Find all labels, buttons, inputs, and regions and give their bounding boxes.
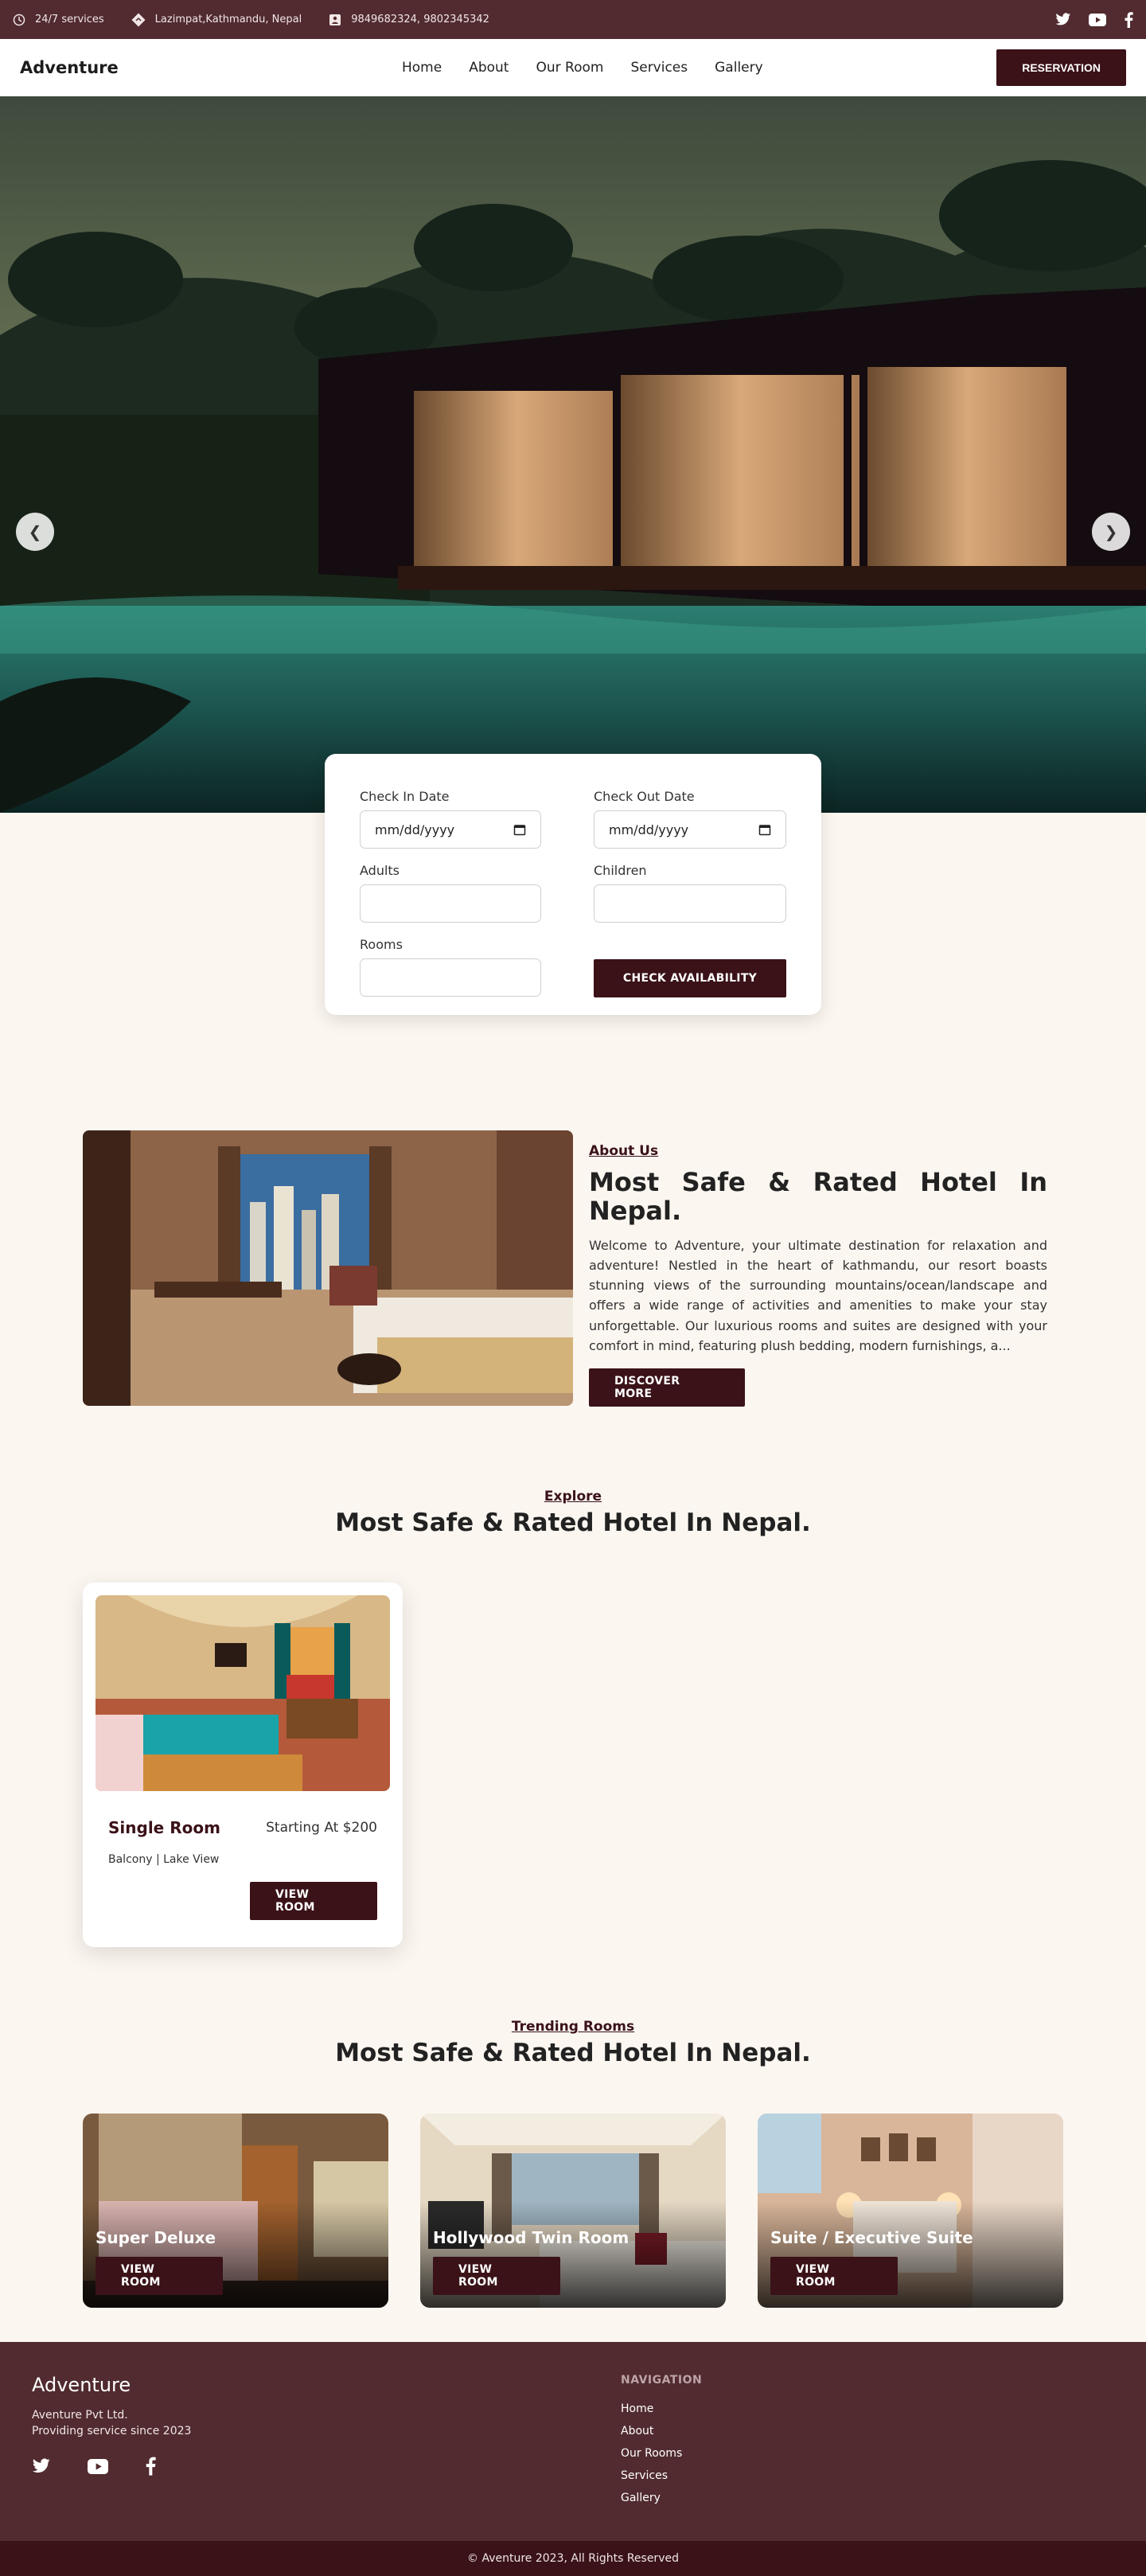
checkin-label: Check In Date	[360, 789, 450, 804]
youtube-icon[interactable]	[1089, 13, 1106, 26]
hero-slider: ❮ ❯	[0, 96, 1146, 813]
adults-label: Adults	[360, 863, 400, 878]
about-text: About Us Most Safe & Rated Hotel In Nepa…	[589, 1130, 1047, 1407]
checkin-input[interactable]: mm/dd/yyyy	[360, 810, 541, 849]
room-price: Starting At $200	[266, 1820, 377, 1836]
trending-card-super-deluxe[interactable]: Super Deluxe VIEW ROOM	[83, 2113, 388, 2308]
children-field: Children	[594, 863, 786, 923]
calendar-icon[interactable]	[513, 823, 526, 836]
service-text: 24/7 services	[35, 14, 104, 25]
chevron-left-icon: ❮	[28, 522, 42, 541]
trending-heading: Trending Rooms Most Safe & Rated Hotel I…	[0, 2019, 1146, 2067]
adults-field: Adults	[360, 863, 541, 923]
trending-title: Most Safe & Rated Hotel In Nepal.	[335, 2039, 811, 2067]
checkout-field: Check Out Date mm/dd/yyyy	[594, 789, 786, 849]
trending-card-executive-suite[interactable]: Suite / Executive Suite VIEW ROOM	[758, 2113, 1063, 2308]
nav-menu: Home About Our Room Services Gallery	[402, 39, 763, 96]
about-image	[83, 1130, 573, 1406]
footer-link-home[interactable]: Home	[621, 2402, 682, 2415]
clock-icon	[13, 14, 25, 25]
footer: Adventure Aventure Pvt Ltd. Providing se…	[0, 2342, 1146, 2541]
footer-nav-heading: NAVIGATION	[621, 2374, 703, 2387]
view-room-button[interactable]: VIEW ROOM	[250, 1882, 377, 1920]
footer-since: Providing service since 2023	[32, 2425, 192, 2437]
check-availability-button[interactable]: CHECK AVAILABILITY	[594, 959, 786, 997]
service-info: 24/7 services	[13, 14, 104, 26]
nav-link-services[interactable]: Services	[630, 60, 688, 76]
phone-info: 9849682324, 9802345342	[329, 14, 489, 26]
checkout-label: Check Out Date	[594, 789, 695, 804]
room-card: Single Room Starting At $200 Balcony | L…	[83, 1583, 403, 1947]
footer-social-links	[32, 2457, 156, 2476]
brand-logo[interactable]: Adventure	[20, 58, 119, 77]
nav-link-our-room[interactable]: Our Room	[536, 60, 603, 76]
calendar-icon[interactable]	[758, 823, 771, 836]
rooms-field: Rooms	[360, 937, 541, 997]
footer-link-about[interactable]: About	[621, 2425, 682, 2437]
trending-card-hollywood-twin[interactable]: Hollywood Twin Room VIEW ROOM	[420, 2113, 726, 2308]
phone-text: 9849682324, 9802345342	[351, 14, 489, 25]
checkout-placeholder: mm/dd/yyyy	[609, 822, 689, 837]
children-label: Children	[594, 863, 647, 878]
explore-heading: Explore Most Safe & Rated Hotel In Nepal…	[0, 1489, 1146, 1537]
view-room-button[interactable]: VIEW ROOM	[433, 2257, 560, 2295]
copyright-bar: © Aventure 2023, All Rights Reserved	[0, 2541, 1146, 2576]
footer-nav-list: Home About Our Rooms Services Gallery	[621, 2402, 682, 2514]
about-title: Most Safe & Rated Hotel In Nepal.	[589, 1167, 1047, 1226]
adults-input[interactable]	[360, 884, 541, 923]
footer-brand[interactable]: Adventure	[32, 2374, 131, 2396]
chevron-right-icon: ❯	[1104, 522, 1118, 541]
social-links	[1055, 11, 1133, 28]
facebook-icon[interactable]	[145, 2457, 156, 2476]
footer-link-gallery[interactable]: Gallery	[621, 2492, 682, 2504]
discover-more-button[interactable]: DISCOVER MORE	[589, 1368, 745, 1407]
facebook-icon[interactable]	[1124, 11, 1133, 28]
youtube-icon[interactable]	[88, 2458, 108, 2474]
twitter-icon[interactable]	[1055, 13, 1071, 26]
location-icon	[131, 13, 146, 26]
reservation-button[interactable]: RESERVATION	[996, 49, 1126, 86]
room-features: Balcony | Lake View	[108, 1853, 220, 1866]
children-input[interactable]	[594, 884, 786, 923]
checkin-field: Check In Date mm/dd/yyyy	[360, 789, 541, 849]
address-text: Lazimpat,Kathmandu, Nepal	[154, 14, 302, 25]
prev-slide-button[interactable]: ❮	[16, 513, 54, 551]
address-info: Lazimpat,Kathmandu, Nepal	[131, 13, 302, 27]
checkout-input[interactable]: mm/dd/yyyy	[594, 810, 786, 849]
main-navigation: Adventure Home About Our Room Services G…	[0, 39, 1146, 96]
about-description: Welcome to Adventure, your ultimate dest…	[589, 1237, 1047, 1353]
hero-image	[0, 96, 1146, 813]
next-slide-button[interactable]: ❯	[1092, 513, 1130, 551]
phone-icon	[329, 14, 341, 25]
about-section: About Us Most Safe & Rated Hotel In Nepa…	[83, 1130, 1047, 1407]
trending-room-name: Suite / Executive Suite	[770, 2228, 973, 2247]
nav-link-home[interactable]: Home	[402, 60, 442, 76]
room-card-image	[96, 1595, 390, 1791]
footer-link-services[interactable]: Services	[621, 2469, 682, 2482]
view-room-button[interactable]: VIEW ROOM	[770, 2257, 898, 2295]
top-info-bar: 24/7 services Lazimpat,Kathmandu, Nepal …	[0, 0, 1146, 39]
about-eyebrow[interactable]: About Us	[589, 1143, 1047, 1159]
trending-eyebrow: Trending Rooms	[511, 2019, 635, 2035]
room-name: Single Room	[108, 1818, 220, 1837]
view-room-button[interactable]: VIEW ROOM	[96, 2257, 223, 2295]
checkin-placeholder: mm/dd/yyyy	[375, 822, 455, 837]
trending-room-name: Hollywood Twin Room	[433, 2228, 630, 2247]
rooms-label: Rooms	[360, 937, 403, 952]
booking-form: Check In Date mm/dd/yyyy Check Out Date …	[325, 754, 821, 1015]
explore-title: Most Safe & Rated Hotel In Nepal.	[335, 1509, 811, 1537]
nav-link-gallery[interactable]: Gallery	[715, 60, 763, 76]
trending-rooms: Super Deluxe VIEW ROOM Hollywood Twin Ro…	[83, 2113, 1063, 2308]
footer-company: Aventure Pvt Ltd.	[32, 2409, 128, 2422]
explore-eyebrow: Explore	[544, 1489, 602, 1505]
trending-room-name: Super Deluxe	[96, 2228, 216, 2247]
rooms-input[interactable]	[360, 958, 541, 997]
nav-link-about[interactable]: About	[469, 60, 509, 76]
twitter-icon[interactable]	[32, 2458, 51, 2474]
footer-link-our-rooms[interactable]: Our Rooms	[621, 2447, 682, 2460]
